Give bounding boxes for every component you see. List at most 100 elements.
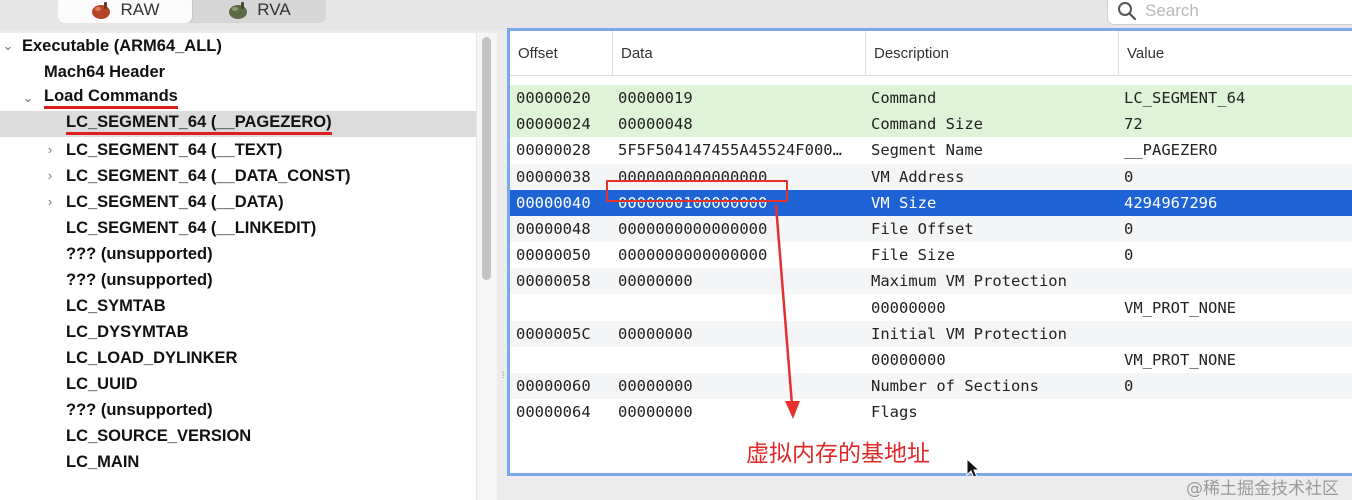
tree-item-segment-text[interactable]: › LC_SEGMENT_64 (__TEXT) — [0, 137, 476, 163]
tree-item-label: LC_SOURCE_VERSION — [66, 426, 252, 445]
cell-data: 00000000 — [618, 403, 693, 422]
tree-item-segment-linkedit[interactable]: LC_SEGMENT_64 (__LINKEDIT) — [0, 215, 476, 241]
tree-item-unsupported[interactable]: ??? (unsupported) — [0, 267, 476, 293]
tree-item-segment-pagezero[interactable]: LC_SEGMENT_64 (__PAGEZERO) — [0, 111, 476, 137]
tree-item-uuid[interactable]: LC_UUID — [0, 371, 476, 397]
cell-data: 0000000000000000 — [618, 220, 768, 238]
column-header-value[interactable]: Value — [1119, 31, 1352, 75]
cell-value: __PAGEZERO — [1124, 141, 1218, 160]
tree-item-label: LC_SYMTAB — [66, 296, 166, 315]
detail-table[interactable]: Offset Data Description Value 00000020 00… — [507, 28, 1352, 476]
tree-item-label: Mach64 Header — [44, 62, 166, 81]
cell-offset: 0000005C — [516, 324, 591, 343]
tree-item-label: Load Commands — [44, 87, 178, 109]
cell-value: 0 — [1124, 377, 1134, 396]
column-header-data[interactable]: Data — [613, 31, 866, 75]
cell-offset: 00000040 — [516, 193, 591, 212]
column-header-offset[interactable]: Offset — [510, 31, 613, 75]
chevron-right-icon[interactable]: › — [44, 169, 56, 182]
cell-data: 00000000 — [618, 272, 693, 291]
column-header-description[interactable]: Description — [866, 31, 1119, 75]
table-row[interactable]: 0000005C 00000000 Initial VM Protection — [510, 320, 1352, 347]
search-input[interactable] — [1143, 0, 1347, 22]
cell-value: LC_SEGMENT_64 — [1124, 89, 1246, 107]
tree-item-main[interactable]: LC_MAIN — [0, 449, 476, 475]
cell-offset: 00000050 — [516, 246, 591, 265]
chevron-right-icon[interactable]: › — [44, 143, 56, 156]
cell-offset — [516, 295, 612, 321]
tree-item-dysymtab[interactable]: LC_DYSYMTAB — [0, 319, 476, 345]
cell-description: 00000000 — [871, 298, 946, 317]
table-row[interactable]: 00000048 0000000000000000 File Offset 0 — [510, 216, 1352, 242]
cell-value: 0 — [1124, 246, 1134, 265]
cell-value: 0 — [1124, 167, 1134, 186]
raw-mode-label: RAW — [120, 0, 160, 19]
tree-item-label: LC_SEGMENT_64 (__DATA_CONST) — [66, 166, 351, 185]
tree-item-executable[interactable]: ⌄ Executable (ARM64_ALL) — [0, 33, 476, 59]
table-row[interactable]: 00000064 00000000 Flags — [510, 399, 1352, 425]
cell-description: VM Address — [871, 167, 965, 186]
split-view-divider[interactable] — [497, 33, 507, 500]
tree-item-load-commands[interactable]: ⌄ Load Commands — [0, 85, 476, 111]
search-icon — [1118, 1, 1137, 20]
cell-offset: 00000038 — [516, 167, 591, 186]
chevron-right-icon[interactable]: › — [44, 195, 56, 208]
chevron-down-icon[interactable]: ⌄ — [2, 39, 14, 52]
tree-item-segment-data[interactable]: › LC_SEGMENT_64 (__DATA) — [0, 189, 476, 215]
cell-description: File Size — [871, 246, 955, 265]
cell-offset: 00000060 — [516, 377, 591, 396]
tree-item-label: Executable (ARM64_ALL) — [22, 36, 222, 55]
table-row[interactable]: 00000060 00000000 Number of Sections 0 — [510, 373, 1352, 400]
address-mode-segmented-control: RAW RVA — [58, 0, 326, 23]
cell-data — [618, 347, 864, 373]
cell-data: 0000000000000000 — [618, 246, 768, 265]
tree-item-unsupported[interactable]: ??? (unsupported) — [0, 397, 476, 423]
tree-item-mach-header[interactable]: Mach64 Header — [0, 59, 476, 85]
cell-value — [1124, 399, 1352, 425]
tree-item-label: LC_UUID — [66, 374, 138, 393]
cell-description: Command — [871, 89, 937, 107]
rva-mode-label: RVA — [257, 0, 291, 19]
table-row[interactable]: 00000050 0000000000000000 File Size 0 — [510, 242, 1352, 268]
raw-mode-button[interactable]: RAW — [58, 0, 192, 23]
tree-item-label: LC_MAIN — [66, 452, 140, 471]
tree-scrollbar[interactable] — [476, 33, 497, 500]
rva-mode-button[interactable]: RVA — [192, 0, 326, 23]
tree-item-source-version[interactable]: LC_SOURCE_VERSION — [0, 423, 476, 449]
tree-item-unsupported[interactable]: ??? (unsupported) — [0, 241, 476, 267]
cell-value: 72 — [1124, 115, 1143, 134]
divider-grip-icon[interactable]: ⁞ — [502, 370, 505, 380]
cell-data: 5F5F504147455A45524F000… — [618, 141, 842, 160]
chevron-down-icon[interactable]: ⌄ — [22, 91, 34, 104]
cell-data: 00000019 — [618, 89, 693, 107]
cell-value: 4294967296 — [1124, 193, 1218, 212]
search-field[interactable] — [1107, 0, 1352, 25]
watermark: @稀土掘金技术社区 — [1186, 479, 1339, 499]
tree-item-load-dylinker[interactable]: LC_LOAD_DYLINKER — [0, 345, 476, 371]
tree-item-label: LC_SEGMENT_64 (__TEXT) — [66, 140, 283, 159]
tree-scrollbar-thumb[interactable] — [482, 37, 491, 280]
table-row[interactable]: 00000000 VM_PROT_NONE — [510, 347, 1352, 373]
table-row[interactable]: 00000024 00000048 Command Size 72 — [510, 111, 1352, 138]
cell-data: 00000000 — [618, 324, 693, 343]
tree-item-symtab[interactable]: LC_SYMTAB — [0, 293, 476, 319]
cell-description: File Offset — [871, 220, 974, 238]
table-row[interactable]: 00000028 5F5F504147455A45524F000… Segment … — [510, 137, 1352, 163]
tree-item-label: LC_DYSYMTAB — [66, 322, 189, 341]
tree-item-segment-data-const[interactable]: › LC_SEGMENT_64 (__DATA_CONST) — [0, 163, 476, 189]
cell-value — [1124, 321, 1352, 347]
cell-offset — [516, 347, 612, 373]
table-row[interactable]: 00000020 00000019 Command LC_SEGMENT_64 — [510, 85, 1352, 111]
table-row[interactable]: 00000000 VM_PROT_NONE — [510, 295, 1352, 321]
cell-description: Segment Name — [871, 141, 983, 160]
cell-data: 00000000 — [618, 377, 693, 396]
cell-description: Flags — [871, 403, 918, 422]
arrow-down-icon — [774, 204, 800, 419]
toolbar: RAW RVA — [0, 0, 1352, 30]
structure-tree: ⌄ Executable (ARM64_ALL) Mach64 Header ⌄… — [0, 33, 476, 500]
cell-description: Command Size — [871, 115, 983, 134]
cell-description: VM Size — [871, 193, 937, 212]
cell-offset: 00000064 — [516, 403, 591, 422]
cell-description: 00000000 — [871, 351, 946, 369]
table-row[interactable]: 00000058 00000000 Maximum VM Protection — [510, 268, 1352, 295]
